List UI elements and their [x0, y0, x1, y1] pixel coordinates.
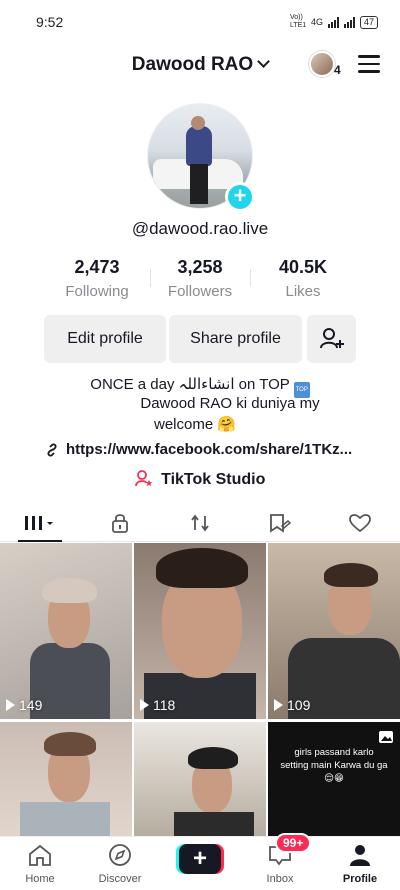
nav-label: Discover — [98, 873, 142, 885]
username-title: Dawood RAO — [131, 54, 254, 75]
nav-profile[interactable]: Profile — [325, 843, 395, 885]
video-thumbnail[interactable]: 109 — [268, 543, 400, 719]
views-count: 109 — [287, 697, 311, 713]
inbox-badge: 99+ — [275, 833, 312, 853]
signal-label: 4G — [310, 17, 323, 27]
add-friend-button[interactable] — [307, 315, 356, 363]
stat-value: 3,258 — [177, 257, 223, 277]
stat-followers[interactable]: 3,258 Followers — [145, 257, 255, 300]
stat-value: 40.5K — [278, 257, 328, 277]
edit-profile-button[interactable]: Edit profile — [44, 315, 166, 363]
nav-label: Profile — [342, 873, 378, 885]
nav-home[interactable]: Home — [5, 843, 75, 885]
home-icon — [29, 844, 51, 866]
stat-following[interactable]: 2,473 Following — [42, 257, 152, 300]
bio-line: welcome 🤗 — [153, 416, 237, 433]
plus-icon: + — [179, 844, 221, 874]
video-views: 109 — [274, 697, 310, 713]
profile-stats: 2,473 Following 3,258 Followers 40.5K Li… — [0, 257, 400, 305]
add-story-button[interactable]: + — [225, 182, 255, 212]
chevron-down-icon — [257, 55, 271, 68]
friends-avatar[interactable] — [309, 51, 335, 77]
bottom-nav: Home Discover + Inbox 99+ Profile — [0, 833, 400, 890]
video-thumbnail[interactable] — [0, 722, 132, 836]
studio-label: TikTok Studio — [161, 471, 266, 488]
stat-label: Following — [65, 283, 129, 300]
compass-icon — [109, 844, 131, 866]
video-thumbnail[interactable] — [134, 722, 266, 836]
signal-icon — [327, 16, 339, 28]
nav-label: Inbox — [266, 873, 294, 885]
play-icon — [6, 699, 15, 711]
video-thumbnail[interactable]: 118 — [134, 543, 266, 719]
add-user-icon — [319, 328, 344, 349]
bio-text-1: ONCE a day انشاءاللہ on TOP — [90, 376, 290, 393]
signal-icon-2 — [343, 16, 355, 28]
tab-videos[interactable] — [20, 510, 60, 536]
views-count: 118 — [153, 697, 176, 713]
bio-link[interactable]: https://www.facebook.com/share/1TKz... — [44, 441, 352, 458]
profile-icon — [350, 845, 370, 866]
video-thumbnail-text[interactable]: girls passand karlo setting main Karwa d… — [268, 722, 400, 836]
play-icon — [274, 699, 283, 711]
content-tabs — [0, 504, 400, 542]
stat-label: Likes — [285, 283, 321, 300]
views-count: 149 — [19, 697, 43, 713]
bio-line: Dawood RAO ki duniya my — [140, 395, 320, 412]
profile-handle: @dawood.rao.live — [131, 219, 269, 238]
status-bar: 9:52 Vo)) LTE1 4G 47 — [0, 0, 400, 44]
battery-icon: 47 — [359, 15, 378, 29]
video-caption: girls passand karlo setting main Karwa d… — [268, 746, 400, 785]
heart-icon — [349, 514, 371, 533]
caption-line: setting main Karwa du ga — [280, 760, 388, 771]
tab-reposts[interactable] — [180, 510, 220, 536]
repost-icon — [191, 514, 209, 532]
status-icons: Vo)) LTE1 4G 47 — [290, 14, 378, 30]
lock-icon — [112, 514, 128, 533]
tab-private[interactable] — [100, 510, 140, 536]
caption-emoji: 😌😁 — [324, 773, 344, 784]
tab-liked[interactable] — [340, 510, 380, 536]
caption-line: girls passand karlo — [294, 747, 374, 758]
grid-icon — [25, 516, 53, 530]
stat-value: 2,473 — [74, 257, 120, 277]
video-views: 118 — [140, 697, 175, 713]
network-label: Vo)) LTE1 — [289, 14, 307, 29]
stat-label: Followers — [167, 283, 233, 300]
create-button[interactable]: + — [176, 844, 224, 874]
studio-icon — [134, 470, 152, 487]
friends-count: 4 — [334, 63, 341, 77]
status-time: 9:52 — [36, 14, 64, 30]
nav-discover[interactable]: Discover — [85, 843, 155, 885]
photo-icon — [379, 731, 393, 743]
tiktok-studio-link[interactable]: TikTok Studio — [0, 469, 400, 489]
share-profile-button[interactable]: Share profile — [169, 315, 302, 363]
bio-link-text: https://www.facebook.com/share/1TKz... — [66, 441, 353, 458]
active-tab-indicator — [18, 540, 62, 542]
profile-header: Dawood RAO 4 — [0, 48, 400, 82]
menu-icon[interactable] — [358, 55, 380, 73]
tab-saved[interactable] — [260, 510, 300, 536]
video-views: 149 — [6, 697, 42, 713]
saved-icon — [270, 514, 292, 533]
nav-label: Home — [25, 873, 55, 885]
link-icon — [47, 442, 57, 457]
play-icon — [140, 699, 149, 711]
stat-likes[interactable]: 40.5K Likes — [248, 257, 358, 300]
video-thumbnail[interactable]: 149 — [0, 543, 132, 719]
